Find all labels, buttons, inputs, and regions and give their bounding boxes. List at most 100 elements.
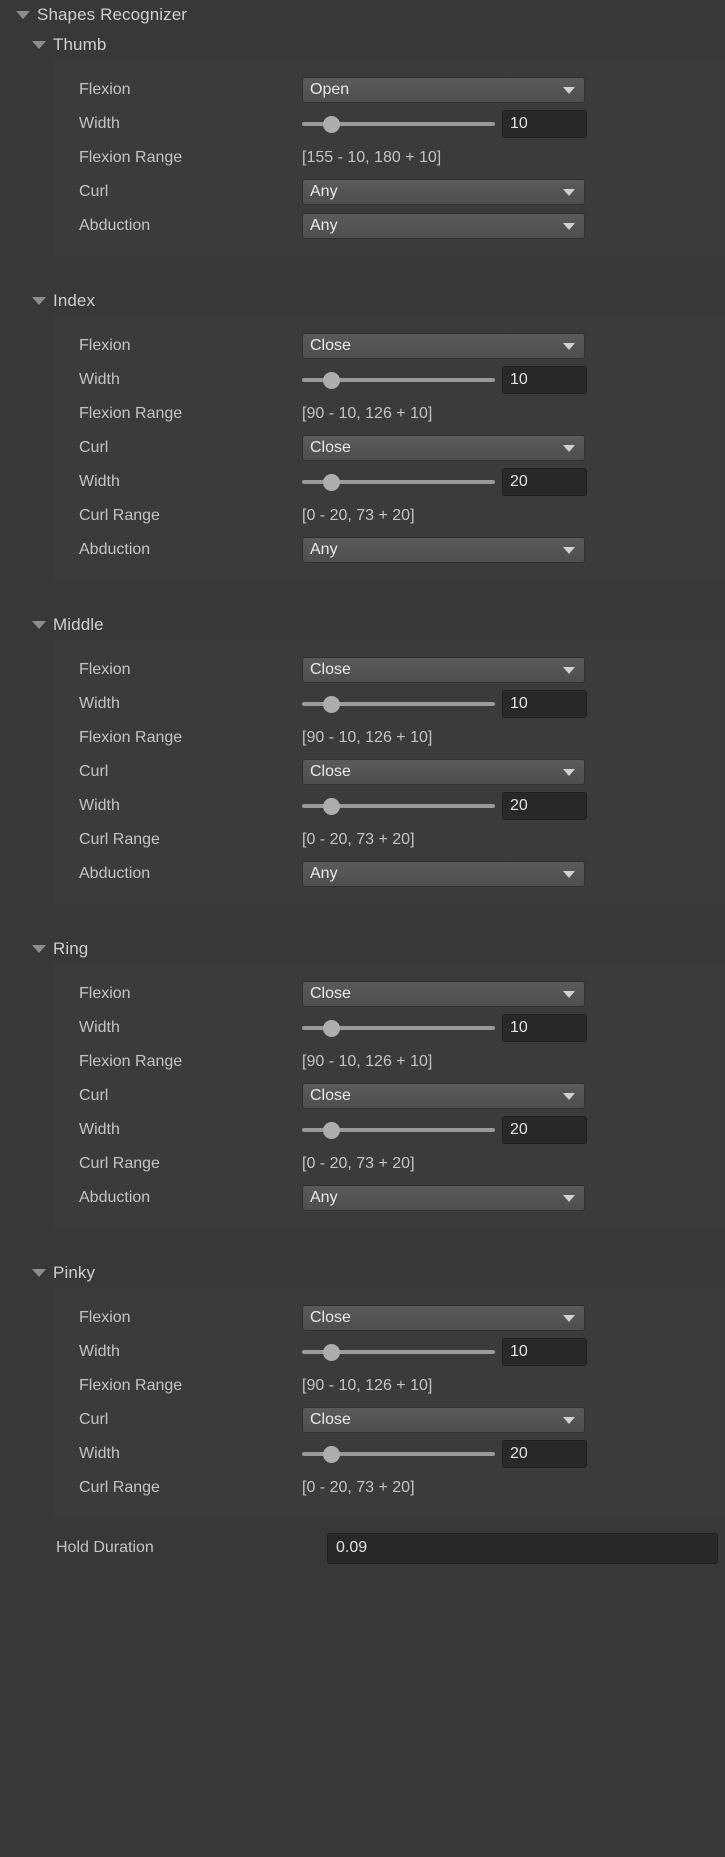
property-row: Width 10 xyxy=(53,107,725,141)
number-input-width[interactable]: 20 xyxy=(502,792,587,820)
number-input-width[interactable]: 10 xyxy=(502,690,587,718)
foldout-shapes-recognizer[interactable]: Shapes Recognizer xyxy=(0,0,725,30)
slider-thumb[interactable] xyxy=(322,1122,340,1139)
property-field: Close xyxy=(302,1079,725,1113)
property-row: Flexion Open xyxy=(53,73,725,107)
dropdown-curl[interactable]: Close xyxy=(302,1083,585,1109)
property-row: Curl Close xyxy=(53,1403,725,1437)
chevron-down-icon xyxy=(563,990,575,998)
property-row: Width 10 xyxy=(53,687,725,721)
slider-thumb[interactable] xyxy=(322,474,340,491)
number-input-width[interactable]: 10 xyxy=(502,366,587,394)
triangle-down-icon[interactable] xyxy=(32,621,46,629)
number-input-width[interactable]: 20 xyxy=(502,468,587,496)
number-input-width[interactable]: 10 xyxy=(502,1338,587,1366)
property-row: Width 20 xyxy=(53,1113,725,1147)
foldout-index[interactable]: Index xyxy=(0,286,725,316)
foldout-pinky[interactable]: Pinky xyxy=(0,1258,725,1288)
property-row: Flexion Close xyxy=(53,329,725,363)
slider-width[interactable] xyxy=(302,793,495,819)
property-field: 10 xyxy=(302,363,725,397)
inspector-panel: Shapes Recognizer Thumb Flexion Open Width 1… xyxy=(0,0,725,1857)
slider-width[interactable] xyxy=(302,367,495,393)
slider-width[interactable] xyxy=(302,1441,495,1467)
property-label: Flexion Range xyxy=(79,405,183,422)
property-row: Width 20 xyxy=(53,789,725,823)
dropdown-curl[interactable]: Close xyxy=(302,435,585,461)
dropdown-flexion[interactable]: Close xyxy=(302,333,585,359)
slider-thumb[interactable] xyxy=(322,116,340,133)
slider-thumb[interactable] xyxy=(322,798,340,815)
slider-thumb[interactable] xyxy=(322,372,340,389)
dropdown-flexion[interactable]: Open xyxy=(302,77,585,103)
dropdown-value: Any xyxy=(310,865,338,882)
property-label: Curl xyxy=(79,1411,109,1428)
dropdown-curl[interactable]: Close xyxy=(302,759,585,785)
slider-thumb[interactable] xyxy=(322,1446,340,1463)
number-input-width[interactable]: 20 xyxy=(502,1116,587,1144)
number-input-width[interactable]: 10 xyxy=(502,110,587,138)
property-label: Curl xyxy=(79,763,109,780)
dropdown-value: Any xyxy=(310,183,338,200)
chevron-down-icon xyxy=(563,870,575,878)
dropdown-abduction[interactable]: Any xyxy=(302,1185,585,1211)
property-row: Abduction Any xyxy=(53,209,725,243)
foldout-thumb[interactable]: Thumb xyxy=(0,30,725,60)
dropdown-flexion[interactable]: Close xyxy=(302,657,585,683)
slider-width[interactable] xyxy=(302,111,495,137)
triangle-down-icon[interactable] xyxy=(32,945,46,953)
property-row: Curl Close xyxy=(53,1079,725,1113)
property-row: Flexion Range [90 - 10, 126 + 10] xyxy=(53,1369,725,1403)
property-label: Flexion Range xyxy=(79,149,183,166)
triangle-down-icon[interactable] xyxy=(32,41,46,49)
slider-width[interactable] xyxy=(302,469,495,495)
triangle-down-icon[interactable] xyxy=(32,1269,46,1277)
property-field: 10 xyxy=(302,687,725,721)
dropdown-value: Any xyxy=(310,1189,338,1206)
number-input-width[interactable]: 20 xyxy=(502,1440,587,1468)
property-label: Width xyxy=(79,371,120,388)
chevron-down-icon xyxy=(563,546,575,554)
property-label: Abduction xyxy=(79,1189,151,1206)
property-field: Close xyxy=(302,755,725,789)
property-field: 20 xyxy=(302,1113,725,1147)
property-label: Curl Range xyxy=(79,1155,160,1172)
triangle-down-icon[interactable] xyxy=(16,11,30,19)
property-label: Curl xyxy=(79,439,109,456)
dropdown-abduction[interactable]: Any xyxy=(302,861,585,887)
hold-duration-input[interactable]: 0.09 xyxy=(327,1532,718,1564)
slider-width[interactable] xyxy=(302,1015,495,1041)
property-row: Flexion Range [90 - 10, 126 + 10] xyxy=(53,1045,725,1079)
hold-duration-row: Hold Duration 0.09 xyxy=(0,1528,725,1568)
slider-width[interactable] xyxy=(302,1117,495,1143)
number-input-width[interactable]: 10 xyxy=(502,1014,587,1042)
dropdown-flexion[interactable]: Close xyxy=(302,981,585,1007)
foldout-middle[interactable]: Middle xyxy=(0,610,725,640)
property-field: Any xyxy=(302,209,725,243)
triangle-down-icon[interactable] xyxy=(32,297,46,305)
slider-thumb[interactable] xyxy=(322,696,340,713)
dropdown-value: Close xyxy=(310,1309,351,1326)
dropdown-flexion[interactable]: Close xyxy=(302,1305,585,1331)
slider-thumb[interactable] xyxy=(322,1344,340,1361)
dropdown-abduction[interactable]: Any xyxy=(302,213,585,239)
hold-duration-label: Hold Duration xyxy=(56,1539,154,1556)
dropdown-curl[interactable]: Any xyxy=(302,179,585,205)
property-field: Close xyxy=(302,1301,725,1335)
foldout-ring[interactable]: Ring xyxy=(0,934,725,964)
property-label: Abduction xyxy=(79,217,151,234)
foldout-group-label: Pinky xyxy=(53,1263,96,1282)
slider-thumb[interactable] xyxy=(322,1020,340,1037)
property-label: Width xyxy=(79,1019,120,1036)
property-field: Close xyxy=(302,653,725,687)
foldout-group-label: Index xyxy=(53,291,96,310)
dropdown-abduction[interactable]: Any xyxy=(302,537,585,563)
property-field: Close xyxy=(302,1403,725,1437)
slider-width[interactable] xyxy=(302,691,495,717)
dropdown-curl[interactable]: Close xyxy=(302,1407,585,1433)
slider-width[interactable] xyxy=(302,1339,495,1365)
group-body-thumb: Flexion Open Width 10 Flexion Range [155 - 10… xyxy=(53,60,725,256)
range-readout: [0 - 20, 73 + 20] xyxy=(302,1155,415,1172)
chevron-down-icon xyxy=(563,188,575,196)
dropdown-value: Close xyxy=(310,661,351,678)
